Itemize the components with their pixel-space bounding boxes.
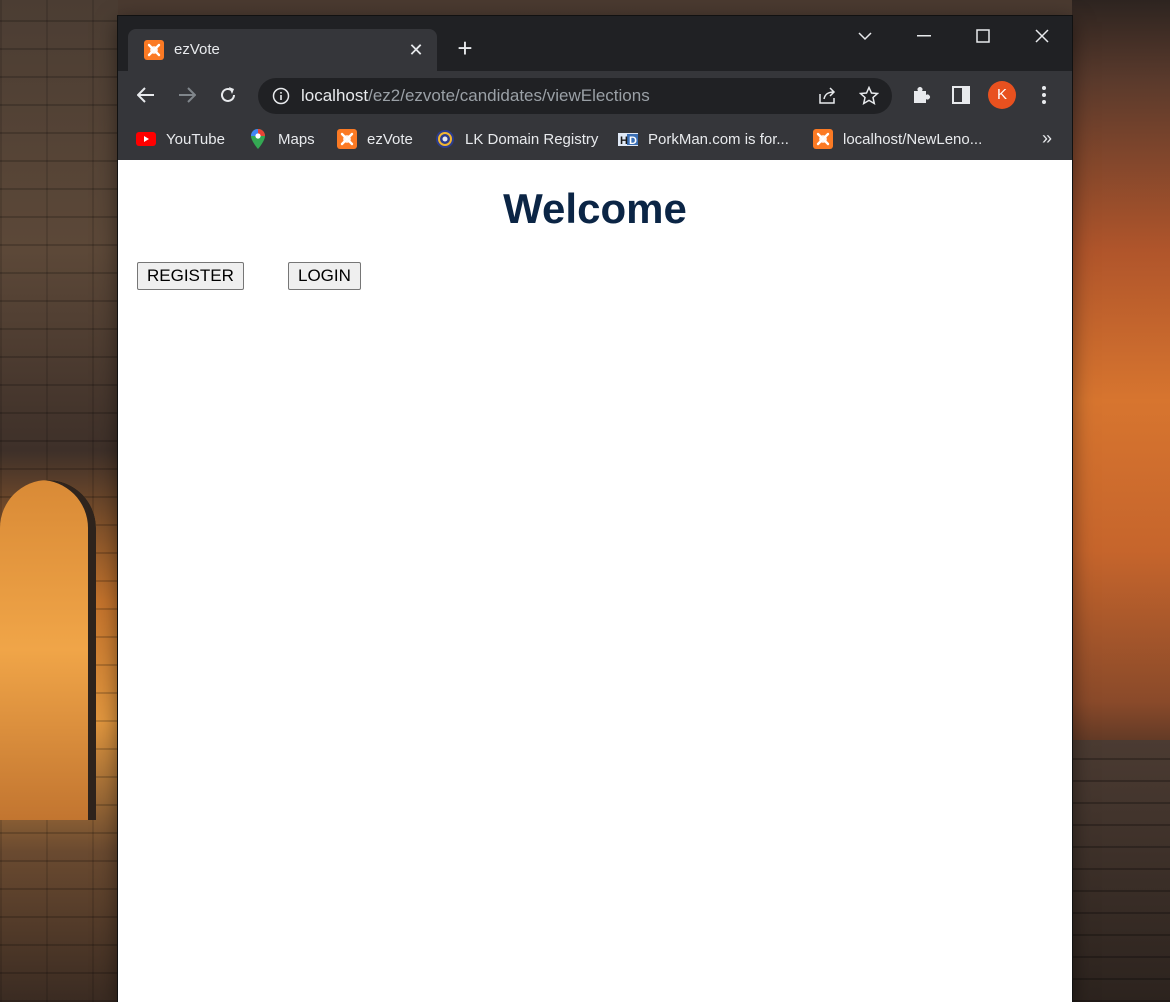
bookmark-porkman[interactable]: HD PorkMan.com is for...: [618, 128, 789, 150]
browser-window: ezVote ✕ + localhost/ez2/ezvote/candidat…: [118, 16, 1072, 1002]
profile-avatar[interactable]: K: [988, 81, 1016, 109]
wallpaper-arch: [0, 480, 96, 820]
star-icon[interactable]: [859, 86, 879, 106]
share-icon[interactable]: [818, 87, 838, 105]
bookmark-label: LK Domain Registry: [465, 130, 599, 148]
tab-ezvote[interactable]: ezVote ✕: [128, 29, 437, 71]
bookmark-label: YouTube: [166, 130, 225, 148]
maps-icon: [248, 129, 268, 149]
address-bar[interactable]: localhost/ez2/ezvote/candidates/viewElec…: [258, 78, 892, 114]
tab-title: ezVote: [174, 41, 220, 58]
puzzle-icon: [914, 87, 930, 103]
bookmark-label: Maps: [278, 130, 315, 148]
svg-text:H: H: [620, 135, 628, 147]
bookmark-localhost-newleno[interactable]: localhost/NewLeno...: [813, 128, 982, 150]
tab-search-button[interactable]: [836, 16, 894, 56]
svg-text:D: D: [629, 135, 637, 147]
bookmark-lk-domain[interactable]: LK Domain Registry: [435, 128, 598, 150]
login-button[interactable]: LOGIN: [288, 262, 361, 290]
chevron-down-icon: [858, 31, 872, 40]
bookmarks-bar: YouTube Maps ezVote LK Domain Registry H…: [118, 119, 1072, 160]
arrow-left-icon: [137, 87, 154, 103]
reload-icon: [221, 87, 235, 102]
new-tab-button[interactable]: +: [452, 35, 478, 61]
close-tab-icon[interactable]: ✕: [405, 39, 427, 61]
minimize-icon: [917, 35, 931, 37]
tab-strip: ezVote ✕ +: [118, 16, 1072, 71]
bookmark-label: localhost/NewLeno...: [843, 130, 983, 148]
minimize-button[interactable]: [895, 16, 953, 56]
maximize-button[interactable]: [954, 16, 1012, 56]
arrow-right-icon: [179, 87, 196, 103]
bookmarks-overflow-button[interactable]: »: [1042, 128, 1052, 149]
bookmark-youtube[interactable]: YouTube: [136, 128, 225, 150]
bookmark-label: ezVote: [367, 130, 413, 148]
reload-button[interactable]: [213, 80, 243, 110]
lk-domain-icon: [435, 129, 455, 149]
youtube-icon: [136, 129, 156, 149]
kebab-menu-icon: [1042, 86, 1046, 104]
url-host: localhost: [301, 86, 369, 105]
extensions-button[interactable]: [906, 80, 936, 110]
side-panel-button[interactable]: [946, 80, 976, 110]
wallpaper-ruin: [1072, 740, 1170, 1002]
bookmark-ezvote[interactable]: ezVote: [337, 128, 413, 150]
bookmark-label: PorkMan.com is for...: [648, 130, 789, 148]
menu-button[interactable]: [1029, 80, 1059, 110]
page-title: Welcome: [503, 185, 687, 232]
xampp-icon: [144, 40, 164, 60]
side-panel-icon: [952, 86, 970, 104]
close-icon: [1035, 29, 1049, 43]
porkman-icon: HD: [618, 129, 638, 149]
close-window-button[interactable]: [1013, 16, 1071, 56]
info-icon[interactable]: [272, 87, 290, 105]
url-text[interactable]: localhost/ez2/ezvote/candidates/viewElec…: [301, 86, 650, 106]
browser-toolbar: localhost/ez2/ezvote/candidates/viewElec…: [118, 71, 1072, 119]
xampp-icon: [813, 129, 833, 149]
maximize-icon: [976, 29, 990, 43]
bookmark-maps[interactable]: Maps: [248, 128, 315, 150]
page-content: Welcome REGISTER LOGIN: [118, 160, 1072, 1002]
xampp-icon: [337, 129, 357, 149]
forward-button[interactable]: [172, 80, 202, 110]
url-path: /ez2/ezvote/candidates/viewElections: [368, 86, 650, 105]
back-button[interactable]: [131, 80, 161, 110]
register-button[interactable]: REGISTER: [137, 262, 244, 290]
